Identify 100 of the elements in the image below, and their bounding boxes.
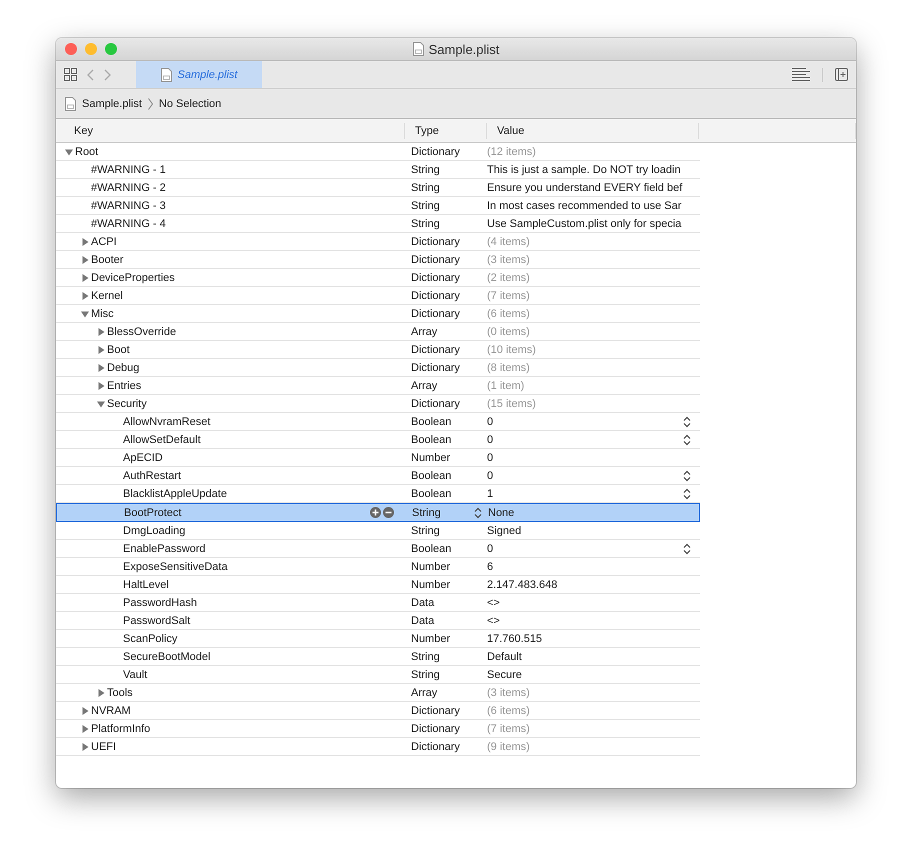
disclosure-icon[interactable] bbox=[65, 148, 73, 156]
column-header[interactable]: Key bbox=[56, 122, 405, 138]
column-header[interactable]: Value bbox=[487, 122, 699, 138]
add-icon[interactable] bbox=[370, 507, 381, 518]
disclosure-icon[interactable] bbox=[81, 706, 89, 714]
window-title: Sample.plist bbox=[428, 42, 500, 56]
table-row[interactable]: HaltLevel Number 2.147.483.648 bbox=[56, 576, 700, 594]
key-text: Tools bbox=[107, 686, 133, 698]
close-button[interactable] bbox=[65, 43, 77, 55]
table-row[interactable]: DmgLoading String Signed bbox=[56, 522, 700, 540]
table-row[interactable]: ApECID Number 0 bbox=[56, 449, 700, 467]
column-header[interactable]: Type bbox=[405, 122, 487, 138]
table-row[interactable]: BlessOverride Array (0 items) bbox=[56, 323, 700, 341]
table-row[interactable]: Kernel Dictionary (7 items) bbox=[56, 287, 700, 305]
document-icon bbox=[412, 42, 424, 56]
value-text: 0 bbox=[487, 470, 494, 482]
type-text: Dictionary bbox=[411, 254, 460, 266]
table-row[interactable]: Security Dictionary (15 items) bbox=[56, 395, 700, 413]
disclosure-icon[interactable] bbox=[97, 382, 105, 390]
grid-icon[interactable] bbox=[64, 68, 77, 81]
table-row[interactable]: Misc Dictionary (6 items) bbox=[56, 305, 700, 323]
stepper-icon[interactable] bbox=[683, 470, 691, 482]
text-lines-icon[interactable] bbox=[792, 68, 810, 81]
table-row[interactable]: UEFI Dictionary (9 items) bbox=[56, 738, 700, 756]
type-text: Array bbox=[411, 380, 438, 392]
remove-icon[interactable] bbox=[383, 507, 394, 518]
stepper-icon[interactable] bbox=[683, 416, 691, 428]
value-text: 0 bbox=[487, 416, 494, 428]
table-row[interactable]: PlatformInfo Dictionary (7 items) bbox=[56, 720, 700, 738]
key-text: ACPI bbox=[91, 236, 117, 248]
value-text: <> bbox=[487, 614, 500, 626]
disclosure-icon[interactable] bbox=[81, 292, 89, 300]
table-row[interactable]: Booter Dictionary (3 items) bbox=[56, 251, 700, 269]
table-row[interactable]: PasswordSalt Data <> bbox=[56, 612, 700, 630]
disclosure-icon[interactable] bbox=[81, 256, 89, 264]
table-row[interactable]: Root Dictionary (12 items) bbox=[56, 143, 700, 161]
disclosure-icon[interactable] bbox=[97, 688, 105, 696]
key-text: EnablePassword bbox=[123, 542, 206, 554]
table-row[interactable]: #WARNING - 1 String This is just a sample. Do NOT try loadin bbox=[56, 161, 700, 179]
stepper-icon[interactable] bbox=[474, 506, 482, 518]
disclosure-icon[interactable] bbox=[81, 310, 89, 318]
disclosure-icon[interactable] bbox=[97, 328, 105, 336]
path-file[interactable]: Sample.plist bbox=[82, 98, 142, 110]
type-text: Dictionary bbox=[411, 344, 460, 356]
table-row[interactable]: Entries Array (1 item) bbox=[56, 377, 700, 395]
stepper-icon[interactable] bbox=[683, 434, 691, 446]
table-row[interactable]: #WARNING - 4 String Use SampleCustom.plist only for specia bbox=[56, 215, 700, 233]
key-text: PasswordHash bbox=[123, 596, 197, 608]
value-text: (2 items) bbox=[487, 272, 530, 284]
value-text: (0 items) bbox=[487, 326, 530, 338]
type-text: String bbox=[411, 650, 440, 662]
disclosure-icon[interactable] bbox=[97, 400, 105, 408]
table-row[interactable]: AllowSetDefault Boolean 0 bbox=[56, 431, 700, 449]
disclosure-icon[interactable] bbox=[81, 724, 89, 732]
type-text: Data bbox=[411, 596, 434, 608]
key-text: Kernel bbox=[91, 290, 123, 302]
disclosure-icon[interactable] bbox=[97, 364, 105, 372]
table-row[interactable]: Boot Dictionary (10 items) bbox=[56, 341, 700, 359]
table-row[interactable]: ExposeSensitiveData Number 6 bbox=[56, 558, 700, 576]
key-text: AllowNvramReset bbox=[123, 416, 210, 428]
table-row[interactable]: PasswordHash Data <> bbox=[56, 594, 700, 612]
table-row[interactable]: BootProtect String None bbox=[56, 503, 700, 522]
type-text: Dictionary bbox=[411, 362, 460, 374]
type-text: String bbox=[411, 524, 440, 536]
table-row[interactable]: Tools Array (3 items) bbox=[56, 684, 700, 702]
disclosure-icon[interactable] bbox=[97, 346, 105, 354]
type-text: String bbox=[411, 668, 440, 680]
table-row[interactable]: ScanPolicy Number 17.760.515 bbox=[56, 630, 700, 648]
key-text: #WARNING - 2 bbox=[91, 182, 166, 194]
disclosure-icon[interactable] bbox=[81, 274, 89, 282]
table-row[interactable]: NVRAM Dictionary (6 items) bbox=[56, 702, 700, 720]
stepper-icon[interactable] bbox=[683, 488, 691, 500]
value-text: 17.760.515 bbox=[487, 632, 542, 644]
stepper-icon[interactable] bbox=[683, 542, 691, 554]
key-text: #WARNING - 3 bbox=[91, 200, 166, 212]
type-text: Number bbox=[411, 632, 450, 644]
disclosure-icon[interactable] bbox=[81, 742, 89, 750]
table-row[interactable]: Vault String Secure bbox=[56, 666, 700, 684]
table-row[interactable]: AuthRestart Boolean 0 bbox=[56, 467, 700, 485]
table-row[interactable]: #WARNING - 3 String In most cases recommended to use Sar bbox=[56, 197, 700, 215]
disclosure-icon[interactable] bbox=[81, 238, 89, 246]
type-text: Number bbox=[411, 452, 450, 464]
value-text: 1 bbox=[487, 488, 494, 500]
table-row[interactable]: SecureBootModel String Default bbox=[56, 648, 700, 666]
table-row[interactable]: Debug Dictionary (8 items) bbox=[56, 359, 700, 377]
key-text: AllowSetDefault bbox=[123, 434, 201, 446]
type-text: String bbox=[411, 164, 440, 176]
value-text: In most cases recommended to use Sar bbox=[487, 200, 682, 212]
table-row[interactable]: DeviceProperties Dictionary (2 items) bbox=[56, 269, 700, 287]
table-row[interactable]: ACPI Dictionary (4 items) bbox=[56, 233, 700, 251]
value-text: (7 items) bbox=[487, 290, 530, 302]
sidebar-toggle-icon[interactable] bbox=[835, 68, 848, 81]
type-text: Array bbox=[411, 686, 438, 698]
key-text: PasswordSalt bbox=[123, 614, 190, 626]
table-row[interactable]: #WARNING - 2 String Ensure you understand EVERY field bef bbox=[56, 179, 700, 197]
path-selection[interactable]: No Selection bbox=[158, 98, 222, 110]
type-text: String bbox=[411, 182, 440, 194]
table-row[interactable]: EnablePassword Boolean 0 bbox=[56, 540, 700, 558]
type-text: Boolean bbox=[411, 542, 452, 554]
table-row[interactable]: AllowNvramReset Boolean 0 bbox=[56, 413, 700, 431]
